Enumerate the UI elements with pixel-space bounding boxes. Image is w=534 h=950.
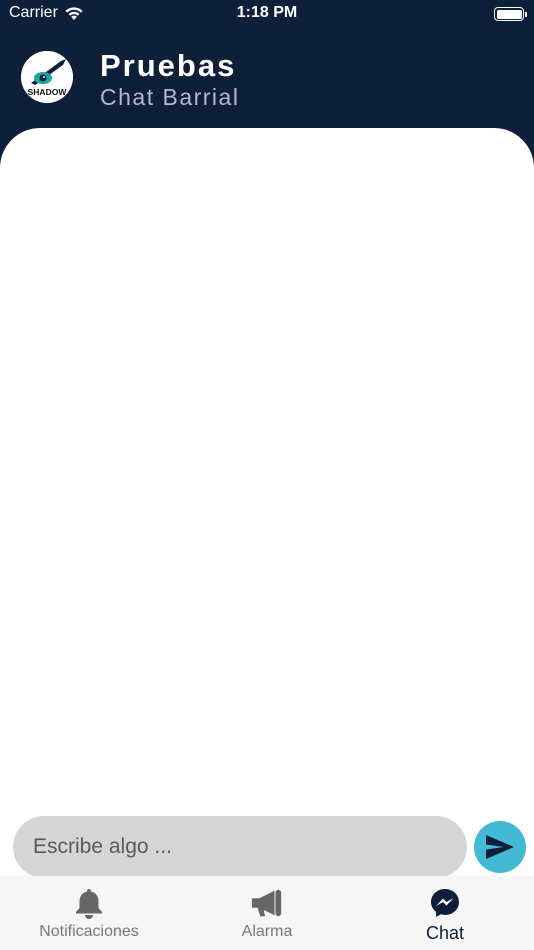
logo-text: SHADOW [28,87,68,97]
tab-notificaciones[interactable]: Notificaciones [0,876,178,950]
message-input[interactable] [13,816,467,878]
tab-alarma[interactable]: Alarma [178,876,356,950]
tab-label: Alarma [241,923,293,940]
send-icon [486,835,514,859]
battery-icon [494,7,527,21]
chat-header: SHADOW Pruebas Chat Barrial [0,40,534,128]
composer [0,816,534,878]
clock: 1:18 PM [236,4,298,21]
status-bar: Carrier 1:18 PM [0,0,534,30]
message-list[interactable] [0,128,534,808]
page-subtitle: Chat Barrial [100,84,240,110]
tab-label: Notificaciones [39,923,139,940]
messenger-icon [428,886,462,920]
avatar[interactable]: SHADOW [21,51,73,103]
bell-icon [72,886,106,920]
megaphone-icon [250,886,284,920]
tab-label: Chat [425,923,465,943]
send-button[interactable] [474,821,526,873]
chat-panel: Notificaciones Alarma Chat [0,128,534,950]
bottom-tab-bar: Notificaciones Alarma Chat [0,876,534,950]
tab-chat[interactable]: Chat [356,876,534,950]
shadow-logo: SHADOW [21,51,73,103]
page-title: Pruebas [100,48,237,83]
